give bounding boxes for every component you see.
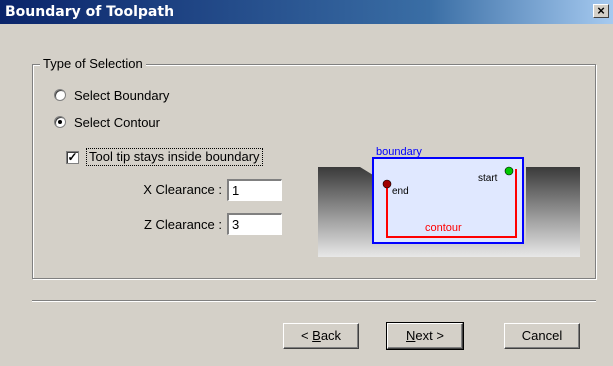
contour-text: contour xyxy=(425,222,462,234)
tool-tip-inside-checkbox[interactable]: ✓ xyxy=(66,150,79,164)
dialog-separator xyxy=(32,300,596,302)
end-text: end xyxy=(392,186,409,197)
close-button[interactable]: × xyxy=(593,3,609,18)
start-point xyxy=(504,166,514,176)
end-point xyxy=(382,179,392,189)
next-button[interactable]: Next > xyxy=(386,322,464,350)
cancel-button[interactable]: Cancel xyxy=(504,323,580,349)
tool-tip-inside-label: Tool tip stays inside boundary xyxy=(86,148,263,166)
next-button-accel: N xyxy=(406,328,416,343)
radio-circle-contour[interactable] xyxy=(54,116,66,128)
tool-tip-inside-checkbox-row[interactable]: ✓ Tool tip stays inside boundary xyxy=(66,148,263,166)
radio-label-boundary: Select Boundary xyxy=(74,87,170,103)
back-button-prefix: < xyxy=(300,328,313,343)
back-button[interactable]: < Back xyxy=(283,323,359,349)
radio-select-boundary[interactable]: Select Boundary xyxy=(54,86,169,104)
radio-select-contour[interactable]: Select Contour xyxy=(54,113,160,131)
group-legend: Type of Selection xyxy=(40,56,146,72)
back-button-accel: B xyxy=(312,328,321,343)
close-icon: × xyxy=(597,3,605,18)
next-button-suffix: ext > xyxy=(415,328,444,343)
boundary-contour-diagram: boundary start end contour xyxy=(318,146,580,257)
start-text: start xyxy=(478,173,498,184)
x-clearance-input[interactable] xyxy=(227,179,282,201)
z-clearance-input[interactable] xyxy=(227,213,282,235)
back-button-suffix: ack xyxy=(320,328,342,343)
window-title: Boundary of Toolpath xyxy=(5,4,175,20)
boundary-text: boundary xyxy=(376,146,422,158)
radio-circle-boundary[interactable] xyxy=(54,89,66,101)
radio-label-contour: Select Contour xyxy=(74,114,160,130)
x-clearance-label: X Clearance : xyxy=(143,182,222,197)
z-clearance-label: Z Clearance : xyxy=(143,217,222,232)
